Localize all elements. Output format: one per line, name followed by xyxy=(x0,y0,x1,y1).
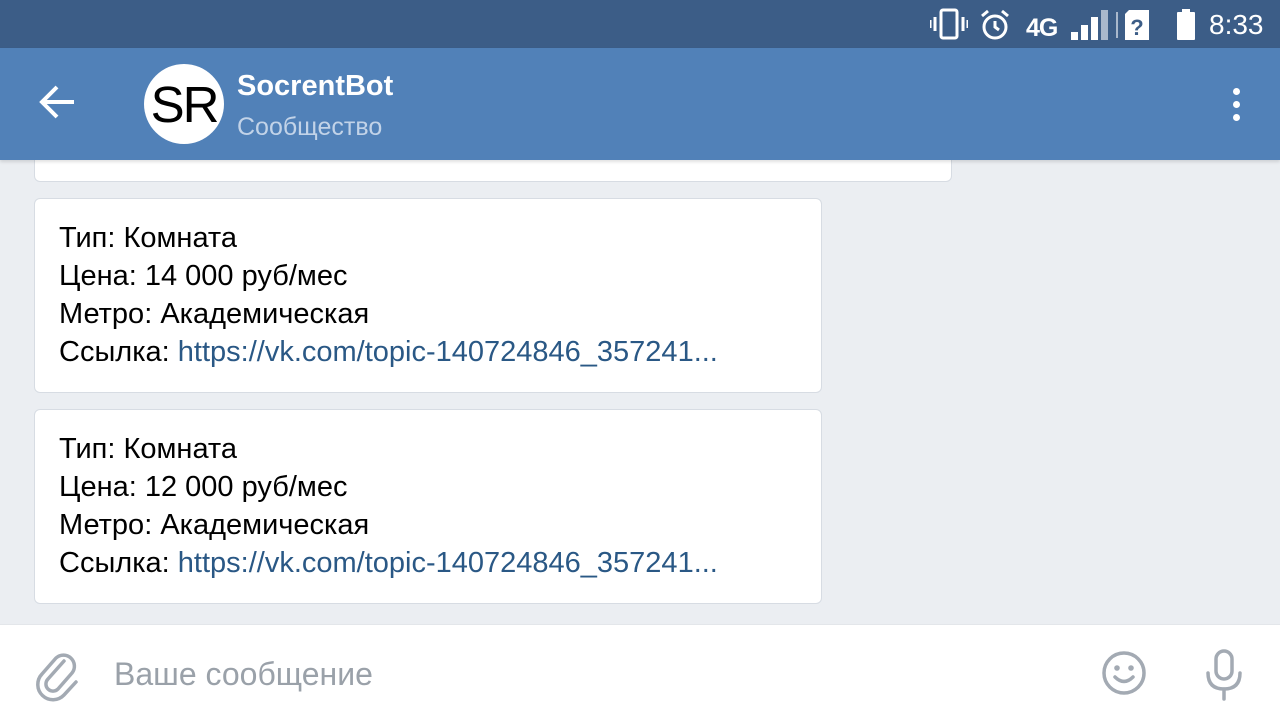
chat-title[interactable]: SocrentBot xyxy=(237,70,393,103)
listing-link[interactable]: https://vk.com/topic-140724846_357241... xyxy=(178,547,718,579)
clock: 8:33 xyxy=(1209,9,1264,40)
metro-line: Метро: Академическая xyxy=(59,295,821,333)
avatar[interactable]: SR xyxy=(144,64,224,144)
price-value: 14 000 руб/мес xyxy=(144,260,348,292)
emoji-icon xyxy=(1102,651,1146,695)
microphone-icon xyxy=(1206,649,1242,701)
link-label: Ссылка: xyxy=(59,336,170,368)
signal-icon xyxy=(1071,8,1111,47)
type-label: Тип: xyxy=(59,433,116,465)
price-line: Цена: 14 000 руб/мес xyxy=(59,257,821,295)
vibrate-icon xyxy=(928,8,970,45)
arrow-back-icon xyxy=(38,84,78,125)
metro-line: Метро: Академическая xyxy=(59,506,821,544)
battery-icon xyxy=(1176,8,1196,47)
type-line: Тип: Комната xyxy=(59,430,821,468)
paperclip-icon xyxy=(36,653,78,702)
more-menu-button[interactable] xyxy=(1216,84,1256,124)
link-label: Ссылка: xyxy=(59,547,170,579)
back-button[interactable] xyxy=(30,76,86,132)
link-line: Ссылка: https://vk.com/topic-140724846_3… xyxy=(59,544,821,582)
network-type-label: 4G xyxy=(1026,14,1058,42)
message-list[interactable]: Тип: Комната Цена: 14 000 руб/мес Метро:… xyxy=(0,160,1280,624)
listing-link[interactable]: https://vk.com/topic-140724846_357241... xyxy=(178,336,718,368)
type-line: Тип: Комната xyxy=(59,219,821,257)
microphone-button[interactable] xyxy=(1202,647,1246,703)
attach-button[interactable] xyxy=(34,647,82,703)
message-input[interactable] xyxy=(114,647,1074,701)
avatar-text: SR xyxy=(150,75,220,133)
alarm-icon xyxy=(978,8,1012,47)
type-label: Тип: xyxy=(59,222,116,254)
metro-label: Метро: xyxy=(59,298,153,330)
price-label: Цена: xyxy=(59,471,137,503)
metro-value: Академическая xyxy=(160,298,370,330)
price-line: Цена: 12 000 руб/мес xyxy=(59,468,821,506)
metro-value: Академическая xyxy=(160,509,370,541)
chat-header: SR SocrentBot Сообщество xyxy=(0,48,1280,160)
svg-text:?: ? xyxy=(1130,15,1143,40)
link-line: Ссылка: https://vk.com/topic-140724846_3… xyxy=(59,333,821,371)
no-sim-icon: ? xyxy=(1113,8,1155,47)
price-label: Цена: xyxy=(59,260,137,292)
message-bubble: Тип: Комната Цена: 12 000 руб/мес Метро:… xyxy=(34,409,822,604)
emoji-button[interactable] xyxy=(1100,649,1148,697)
message-composer xyxy=(0,624,1280,720)
status-bar: 4G ? 8:33 xyxy=(0,0,1280,48)
chat-subtitle: Сообщество xyxy=(237,113,383,141)
price-value: 12 000 руб/мес xyxy=(144,471,348,503)
type-value: Комната xyxy=(123,433,238,465)
metro-label: Метро: xyxy=(59,509,153,541)
message-bubble: Тип: Комната Цена: 14 000 руб/мес Метро:… xyxy=(34,198,822,393)
more-vertical-icon xyxy=(1232,87,1240,95)
type-value: Комната xyxy=(123,222,238,254)
message-bubble xyxy=(34,160,952,182)
